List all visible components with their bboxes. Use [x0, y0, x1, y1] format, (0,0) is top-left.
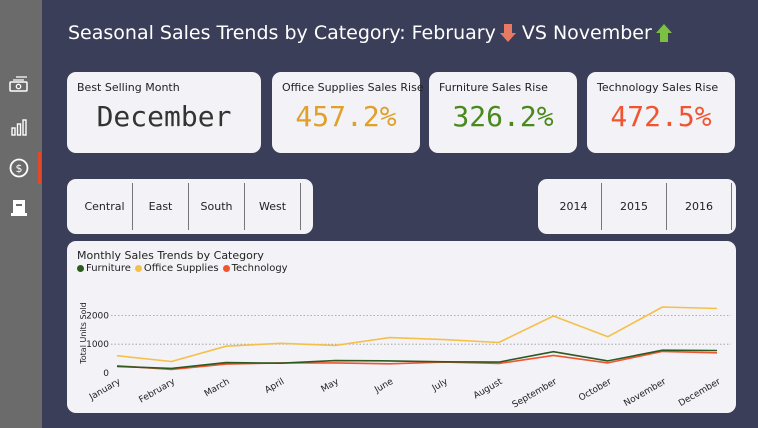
- x-tick-label: November: [622, 377, 668, 409]
- money-icon[interactable]: [8, 73, 30, 95]
- x-tick-label: September: [511, 377, 559, 411]
- title-text-november: VS November: [521, 22, 652, 44]
- active-indicator: [38, 152, 41, 184]
- slicer-item-east[interactable]: East: [133, 183, 189, 230]
- title-text-february: Seasonal Sales Trends by Category: Febru…: [68, 22, 496, 44]
- x-tick-label: October: [577, 377, 613, 404]
- x-tick-label: April: [263, 377, 286, 396]
- arrow-up-icon: [655, 23, 672, 43]
- slicer-item-south[interactable]: South: [189, 183, 245, 230]
- x-tick-label: March: [203, 377, 232, 399]
- y-tick-label: 0: [103, 369, 109, 379]
- kpi-label: Best Selling Month: [77, 81, 180, 94]
- y-tick-label: 1000: [86, 340, 109, 350]
- x-tick-label: July: [430, 377, 450, 395]
- arrow-down-icon: [499, 23, 516, 43]
- kpi-value: December: [96, 100, 232, 133]
- slicer-item-2014[interactable]: 2014: [546, 183, 602, 230]
- x-tick-label: May: [320, 377, 342, 395]
- dollar-cycle-icon[interactable]: $: [8, 157, 30, 179]
- kpi-card-furniture: Furniture Sales Rise 326.2%: [429, 72, 577, 153]
- kpi-value: 457.2%: [295, 100, 397, 133]
- slicer-item-central[interactable]: Central: [77, 183, 133, 230]
- sidebar: $: [0, 0, 42, 428]
- y-tick-label: 2000: [86, 311, 109, 321]
- kpi-label: Furniture Sales Rise: [439, 81, 548, 94]
- year-slicer: 2014 2015 2016: [546, 183, 732, 230]
- region-slicer-card: Central East South West: [67, 179, 313, 234]
- x-tick-label: January: [87, 377, 123, 404]
- slicer-item-2015[interactable]: 2015: [602, 183, 667, 230]
- kpi-card-best-month: Best Selling Month December: [67, 72, 261, 153]
- kpi-label: Office Supplies Sales Rise: [282, 81, 424, 94]
- x-tick-label: June: [372, 377, 395, 396]
- line-chart-card: Monthly Sales Trends by Category Furnitu…: [67, 241, 736, 413]
- x-tick-label: August: [472, 377, 505, 402]
- kpi-card-office-supplies: Office Supplies Sales Rise 457.2%: [272, 72, 424, 153]
- page-title: Seasonal Sales Trends by Category: Febru…: [68, 18, 678, 48]
- svg-text:$: $: [16, 162, 23, 175]
- kpi-card-technology: Technology Sales Rise 472.5%: [587, 72, 735, 153]
- region-slicer: Central East South West: [77, 183, 301, 230]
- box-icon[interactable]: [8, 197, 30, 219]
- bar-chart-icon[interactable]: [8, 116, 30, 138]
- slicer-item-2016[interactable]: 2016: [667, 183, 732, 230]
- kpi-value: 472.5%: [610, 100, 712, 133]
- x-tick-label: December: [677, 377, 723, 409]
- line-chart: Total Units Sold010002000January February…: [79, 302, 731, 411]
- slicer-item-west[interactable]: West: [245, 183, 301, 230]
- kpi-value: 326.2%: [452, 100, 554, 133]
- x-tick-label: February: [137, 377, 177, 406]
- year-slicer-card: 2014 2015 2016: [538, 179, 736, 234]
- kpi-label: Technology Sales Rise: [597, 81, 719, 94]
- series-line-technology: [116, 350, 718, 371]
